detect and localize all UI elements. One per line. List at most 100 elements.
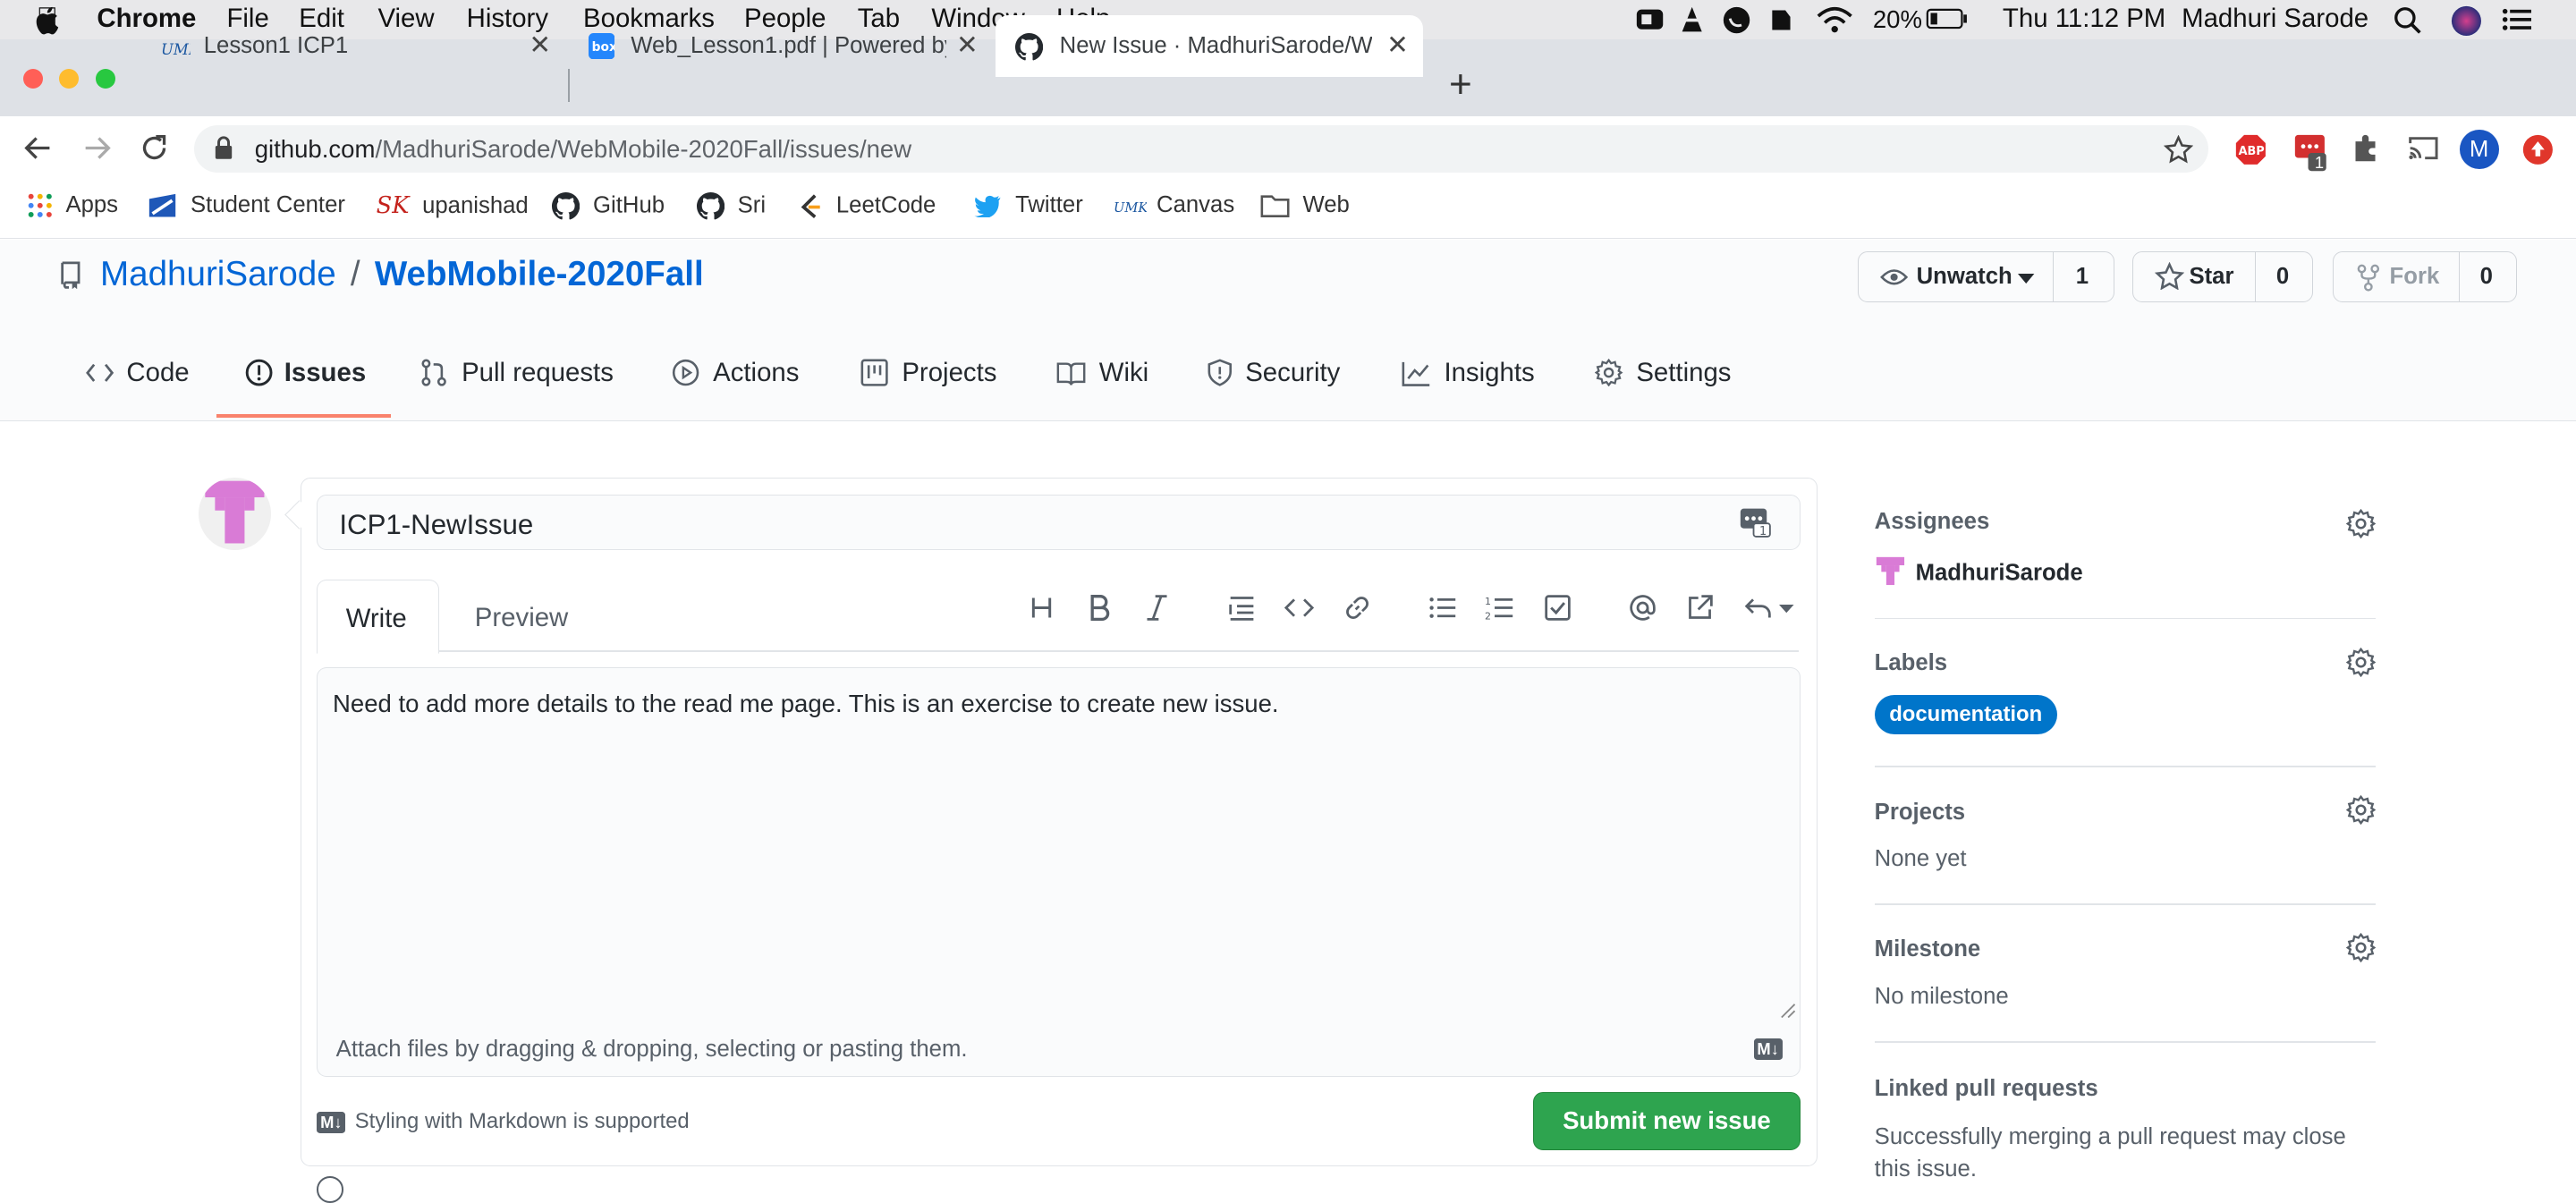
saved-replies-icon[interactable]: 1: [1739, 505, 1772, 538]
wifi-icon[interactable]: [1817, 6, 1853, 33]
menu-clock[interactable]: Thu 11:12 PM: [2003, 4, 2165, 34]
nav-projects[interactable]: Projects: [860, 358, 996, 388]
tab-web-lesson-pdf[interactable]: box Web_Lesson1.pdf | Powered by Box ✕: [572, 15, 992, 78]
resize-handle-icon[interactable]: [1780, 1003, 1796, 1019]
labels-heading[interactable]: Labels: [1875, 650, 1947, 676]
file-attach-bar[interactable]: Attach files by dragging & dropping, sel…: [317, 1021, 1801, 1078]
milestone-heading[interactable]: Milestone: [1875, 936, 1981, 962]
nav-settings[interactable]: Settings: [1595, 358, 1731, 388]
nav-issues[interactable]: Issues: [245, 358, 366, 388]
star-label: Star: [2189, 263, 2234, 289]
close-icon[interactable]: ✕: [529, 30, 551, 61]
task-list-icon[interactable]: [1543, 593, 1572, 623]
vlc-icon[interactable]: [1679, 5, 1705, 35]
preview-tab[interactable]: Preview: [475, 603, 568, 633]
pull-request-icon: [421, 359, 447, 386]
close-icon[interactable]: ✕: [956, 30, 979, 61]
bold-icon[interactable]: [1084, 593, 1114, 623]
star-count[interactable]: 0: [2276, 264, 2289, 290]
back-arrow-icon[interactable]: [23, 133, 53, 163]
bookmark-leetcode[interactable]: LeetCode: [797, 192, 936, 220]
book-icon: [1056, 361, 1086, 385]
tab-lesson1[interactable]: UMKC Lesson1 ICP1 ✕: [145, 15, 569, 78]
mention-icon[interactable]: [1628, 593, 1657, 623]
bookmark-upanishad[interactable]: SK upanishad: [377, 192, 529, 219]
nav-code[interactable]: Code: [85, 358, 190, 388]
nav-wiki[interactable]: Wiki: [1056, 358, 1148, 388]
code-icon[interactable]: [1284, 593, 1315, 623]
lock-icon[interactable]: [214, 136, 233, 161]
nav-insights[interactable]: Insights: [1402, 358, 1535, 388]
battery-icon[interactable]: [1926, 8, 1969, 30]
bookmark-canvas[interactable]: UMKC Canvas: [1114, 192, 1234, 219]
puzzle-icon[interactable]: [2351, 133, 2380, 163]
identicon-icon: [205, 481, 265, 544]
window-zoom-button[interactable]: [95, 69, 115, 89]
bookmark-student-center[interactable]: Student Center: [148, 192, 345, 219]
write-tab[interactable]: Write: [317, 580, 439, 655]
quote-icon[interactable]: [1227, 593, 1257, 623]
extension-icon[interactable]: [2293, 133, 2333, 173]
notification-center-icon[interactable]: [2502, 8, 2532, 31]
assignee-item[interactable]: MadhuriSarode: [1875, 555, 2083, 588]
zoom-status-icon[interactable]: [1635, 6, 1665, 32]
bookmark-github[interactable]: GitHub: [552, 191, 665, 220]
projects-heading[interactable]: Projects: [1875, 800, 1965, 826]
ordered-list-icon[interactable]: 12: [1485, 593, 1514, 623]
close-icon[interactable]: ✕: [1386, 30, 1409, 61]
link-icon[interactable]: [1343, 593, 1372, 623]
window-close-button[interactable]: [22, 69, 43, 89]
submit-new-issue-button[interactable]: Submit new issue: [1532, 1092, 1801, 1150]
fork-button[interactable]: Fork: [2334, 252, 2460, 302]
svg-text:1: 1: [1759, 525, 1767, 538]
cross-reference-icon[interactable]: [1685, 593, 1715, 623]
fork-count[interactable]: 0: [2480, 264, 2493, 290]
viber-icon[interactable]: [1722, 5, 1751, 35]
evernote-icon[interactable]: [1766, 5, 1795, 35]
repo-name-link[interactable]: WebMobile-2020Fall: [375, 255, 704, 293]
gear-icon[interactable]: [2345, 509, 2376, 539]
caret-down-icon: [2018, 273, 2035, 284]
bookmark-twitter[interactable]: Twitter: [974, 192, 1083, 219]
issue-body-textarea[interactable]: Need to add more details to the read me …: [317, 666, 1801, 1024]
unordered-list-icon[interactable]: [1428, 593, 1457, 623]
battery-percent[interactable]: 20%: [1873, 5, 1922, 34]
menu-user[interactable]: Madhuri Sarode: [2182, 4, 2368, 34]
unwatch-button[interactable]: Unwatch: [1859, 252, 2055, 302]
url-text[interactable]: github.com/MadhuriSarode/WebMobile-2020F…: [255, 135, 911, 164]
cast-icon[interactable]: [2407, 135, 2440, 161]
update-icon[interactable]: [2521, 133, 2555, 166]
tab-new-issue[interactable]: New Issue · MadhuriSarode/WebMobile-2020…: [996, 14, 1423, 78]
profile-avatar[interactable]: M: [2459, 130, 2499, 170]
nav-pull-requests[interactable]: Pull requests: [420, 358, 614, 388]
fork-label: Fork: [2389, 263, 2440, 289]
markdown-support-note[interactable]: Styling with Markdown is supported: [355, 1109, 690, 1134]
bookmark-sri[interactable]: Sri: [696, 191, 766, 220]
watch-count[interactable]: 1: [2076, 264, 2089, 290]
spotlight-search-icon[interactable]: [2394, 6, 2421, 35]
repo-owner-link[interactable]: MadhuriSarode: [100, 255, 336, 293]
bookmark-star-icon[interactable]: [2163, 134, 2193, 165]
gear-icon[interactable]: [2345, 933, 2376, 963]
star-button[interactable]: Star: [2133, 252, 2256, 302]
reload-icon[interactable]: [140, 133, 169, 163]
assignees-heading[interactable]: Assignees: [1875, 509, 1990, 535]
nav-security[interactable]: Security: [1208, 358, 1340, 388]
bookmark-web-folder[interactable]: Web: [1260, 192, 1350, 218]
forward-arrow-icon[interactable]: [82, 133, 112, 163]
label-tag-documentation[interactable]: documentation: [1874, 694, 2057, 734]
bookmark-apps[interactable]: Apps: [28, 192, 118, 218]
new-tab-button[interactable]: +: [1449, 63, 1472, 107]
apple-logo-icon[interactable]: [36, 6, 61, 35]
chevron-down-icon[interactable]: [1779, 604, 1794, 614]
gear-icon[interactable]: [2345, 794, 2376, 825]
italic-icon[interactable]: [1142, 593, 1172, 623]
gear-icon[interactable]: [2345, 647, 2376, 677]
issue-title-input[interactable]: ICP1-NewIssue 1: [317, 494, 1801, 551]
header-icon[interactable]: [1027, 593, 1056, 623]
adblock-icon[interactable]: ABP: [2234, 133, 2267, 166]
siri-icon[interactable]: [2451, 5, 2482, 37]
nav-actions[interactable]: Actions: [672, 358, 799, 388]
reply-icon[interactable]: [1743, 593, 1773, 623]
markdown-icon[interactable]: M↓: [1753, 1038, 1783, 1060]
